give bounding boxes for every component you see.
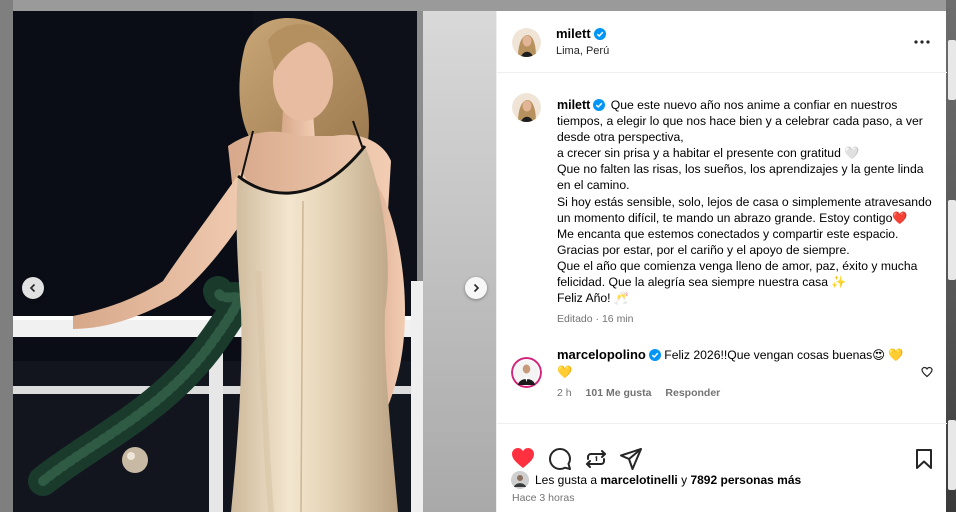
post-location[interactable]: Lima, Perú <box>556 45 609 57</box>
caption-author-username[interactable]: milett <box>557 98 606 112</box>
post-timestamp: Hace 3 horas <box>512 492 575 504</box>
caption-line: Feliz Año! 🥂 <box>557 291 630 306</box>
next-photo-button[interactable] <box>465 277 487 299</box>
more-icon[interactable] <box>913 37 931 47</box>
comment-time: 2 h <box>557 387 572 399</box>
post-panel: milett Lima, Perú milett Que este nuevo … <box>496 11 947 512</box>
caption-line: Si hoy estás sensible, solo, lejos de ca… <box>557 194 932 225</box>
caption-author-avatar[interactable] <box>512 93 541 122</box>
edited-meta: Editado · 16 min <box>557 313 634 326</box>
post-media[interactable] <box>13 11 496 512</box>
backdrop-right <box>946 0 956 512</box>
comments-section[interactable]: milett Que este nuevo año nos anime a co… <box>497 73 947 423</box>
caption-line: Que este nuevo año nos anime a confiar e… <box>557 98 923 145</box>
prev-photo-button[interactable] <box>22 277 44 299</box>
verified-badge-icon <box>593 99 606 111</box>
author-avatar[interactable] <box>512 28 541 57</box>
caption-line: a crecer sin prisa y a habitar el presen… <box>557 146 860 161</box>
comment-icon[interactable] <box>549 448 571 470</box>
caption-line: Que no falten las risas, los sueños, los… <box>557 162 924 193</box>
comment-likes[interactable]: 101 Me gusta <box>586 387 652 399</box>
share-icon[interactable] <box>585 448 607 470</box>
comment-item: marcelopolino Feliz 2026!!Que vengan cos… <box>557 346 907 399</box>
likes-summary[interactable]: Les gusta a marcelotinelli y 7892 person… <box>511 471 801 489</box>
caption-line: Gracias por estar, por el cariño y el ap… <box>557 242 850 257</box>
liker-username[interactable]: marcelotinelli <box>600 473 677 487</box>
liker-avatar <box>511 471 529 489</box>
chevron-right-icon <box>473 283 480 293</box>
verified-badge-icon <box>593 28 606 40</box>
reply-button[interactable]: Responder <box>665 387 720 399</box>
comment-like-heart-icon[interactable] <box>921 366 933 378</box>
caption-line: Que el año que comienza venga lleno de a… <box>557 258 918 290</box>
post-photo <box>13 11 496 512</box>
bookmark-icon[interactable] <box>915 448 933 470</box>
post-caption: milett Que este nuevo año nos anime a co… <box>557 97 933 325</box>
commenter-username[interactable]: marcelopolino <box>557 347 661 362</box>
heart-icon[interactable] <box>511 447 535 469</box>
post-header: milett Lima, Perú <box>497 11 947 73</box>
likes-count[interactable]: 7892 personas más <box>690 473 801 487</box>
send-icon[interactable] <box>620 448 642 470</box>
backdrop-top <box>0 0 956 11</box>
caption-line: Me encanta que estemos conectados y comp… <box>557 226 899 241</box>
chevron-left-icon <box>29 283 36 293</box>
verified-badge-icon <box>648 349 661 361</box>
commenter-avatar[interactable] <box>511 357 542 388</box>
backdrop-left <box>0 0 13 512</box>
author-username[interactable]: milett <box>556 26 606 41</box>
